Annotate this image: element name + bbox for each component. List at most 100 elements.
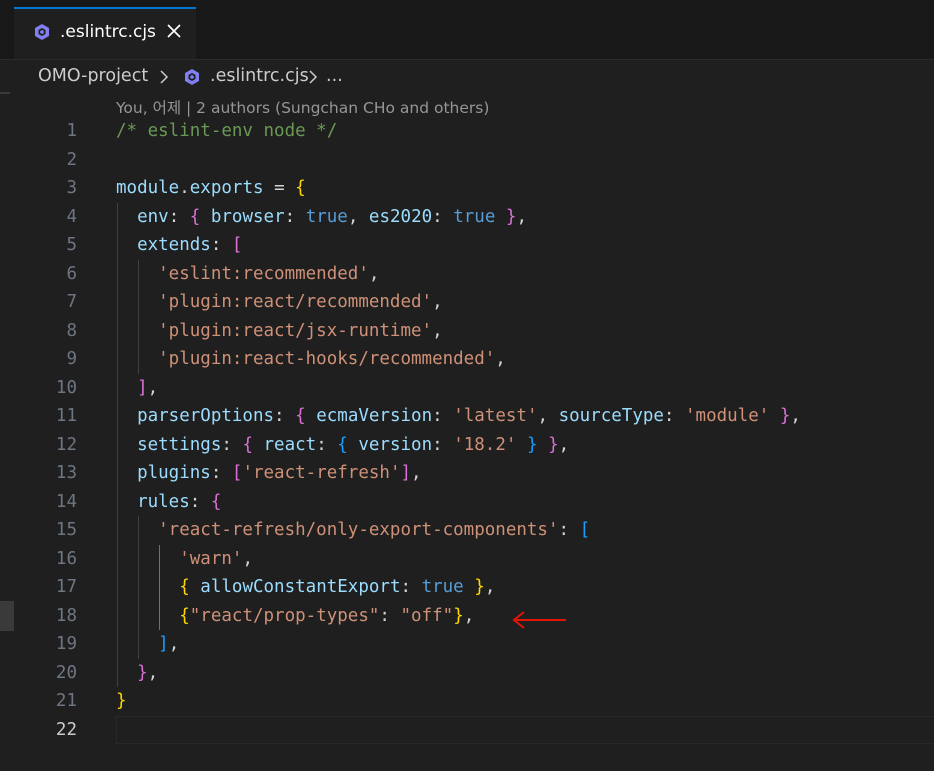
code-token: 'plugin:react/recommended' [116,292,433,312]
code-text: parserOptions: { ecmaVersion: 'latest', … [116,402,801,431]
line-number: 18 [55,605,77,626]
code-line[interactable]: 11 parserOptions: { ecmaVersion: 'latest… [0,402,934,431]
code-text: module.exports = { [116,174,306,203]
code-line[interactable]: 9 'plugin:react-hooks/recommended', [0,345,934,374]
code-token: , [558,434,570,455]
code-line[interactable]: 13 plugins: ['react-refresh'], [0,459,934,488]
tab-eslintrc[interactable]: .eslintrc.cjs [14,7,196,60]
code-token: : [432,406,454,426]
code-line[interactable]: 17 { allowConstantExport: true }, [0,573,934,602]
code-line[interactable]: 8 'plugin:react/jsx-runtime', [0,317,934,346]
code-token: : [274,406,296,426]
arrow-annotation-icon [512,611,566,629]
code-text: ], [116,630,179,659]
code-line[interactable]: 7 'plugin:react/recommended', [0,288,934,317]
code-token: , [432,292,443,312]
code-token: , [537,406,559,426]
code-token: react [252,434,317,455]
code-text: { allowConstantExport: true }, [116,573,495,602]
code-line[interactable]: 15 'react-refresh/only-export-components… [0,516,934,545]
line-number: 8 [66,320,77,341]
close-icon[interactable] [165,22,183,40]
code-token: settings [116,434,222,455]
code-token: version [347,434,433,455]
line-number: 16 [55,548,77,569]
code-text: settings: { react: { version: '18.2' } }… [116,431,569,460]
code-text: /* eslint-env node */ [116,117,337,146]
code-editor[interactable]: 1 /* eslint-env node */ 2 3 module.exports =… [0,117,934,771]
code-token: extends [116,235,211,255]
breadcrumb: OMO-project .eslintrc.cjs ... [0,60,934,92]
code-token: , [516,206,528,227]
breadcrumb-file[interactable]: .eslintrc.cjs [210,66,309,86]
code-token: : [432,206,454,227]
code-line[interactable]: 1 /* eslint-env node */ [0,117,934,146]
code-line[interactable]: 20 }, [0,659,934,688]
code-token: , [411,463,422,483]
code-token: = [263,178,296,198]
code-token: 'react-refresh' [242,463,401,483]
code-line[interactable]: 12 settings: { react: { version: '18.2' … [0,431,934,460]
code-token: 'plugin:react/jsx-runtime' [116,320,433,341]
panel-edge [0,92,10,94]
code-token: '18.2' [453,434,517,455]
code-token: rules [116,491,190,512]
code-line[interactable]: 4 env: { browser: true, es2020: true }, [0,203,934,232]
code-token: , [790,406,801,426]
code-line[interactable]: 10 ], [0,374,934,403]
code-token: : [189,491,211,512]
line-number: 11 [55,406,77,426]
code-token: . [179,178,190,198]
code-line[interactable]: 6 'eslint:recommended', [0,260,934,289]
code-token: } [137,662,148,683]
code-line[interactable]: 19 ], [0,630,934,659]
code-token: } [779,406,791,426]
tab-label: .eslintrc.cjs [60,22,156,42]
code-text: env: { browser: true, es2020: true }, [116,203,527,232]
tab-bar: .eslintrc.cjs [0,0,934,60]
line-number: 13 [55,463,77,483]
code-token: } [453,605,464,626]
code-token: : [558,520,580,540]
code-line[interactable]: 5 extends: [ [0,231,934,260]
code-token: , [484,577,496,597]
code-text: 'warn', [116,545,253,574]
line-number: 1 [66,121,77,141]
code-token: allowConstantExport [189,577,401,597]
code-line[interactable]: 21} [0,687,934,716]
code-line[interactable]: 18 {"react/prop-types": "off"}, [0,602,934,631]
code-token: "off" [400,605,454,626]
code-token: sourceType [558,406,664,426]
code-line[interactable]: 3 module.exports = { [0,174,934,203]
code-token: parserOptions [116,406,275,426]
code-line[interactable]: 16 'warn', [0,545,934,574]
code-text: 'plugin:react/jsx-runtime', [116,317,442,346]
codelens-blame[interactable]: You, 어제 | 2 authors (Sungchan CHo and ot… [116,96,489,118]
code-token: } [526,434,538,455]
line-number: 20 [55,662,77,683]
code-text: 'plugin:react-hooks/recommended', [116,345,506,374]
line-number: 5 [66,235,77,255]
code-token: exports [189,178,264,198]
breadcrumb-more[interactable]: ... [326,66,343,86]
line-number: 9 [66,349,77,369]
code-token: } [116,691,127,711]
line-number: 6 [66,263,77,284]
code-token: : [432,434,454,455]
code-token: module [116,178,180,198]
code-line[interactable]: 2 [0,146,934,175]
line-number: 22 [55,719,77,740]
code-line[interactable]: 22 [0,715,934,745]
code-text: } [116,687,127,716]
code-line[interactable]: 14 rules: { [0,488,934,517]
code-token: /* eslint-env node */ [116,121,338,141]
code-token: { [337,434,348,455]
breadcrumb-project[interactable]: OMO-project [38,66,148,86]
code-token: { [189,206,201,227]
code-token: , [147,377,159,398]
code-text: ], [116,374,158,403]
code-token: , [495,349,506,369]
